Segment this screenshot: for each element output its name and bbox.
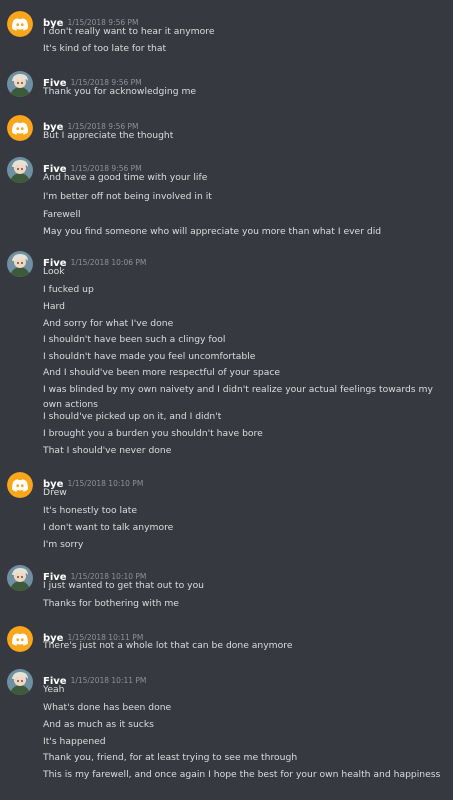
message-text: Yeah bbox=[43, 684, 65, 695]
message-text: That I should've never done bbox=[43, 445, 172, 456]
message-text: It's kind of too late for that bbox=[43, 43, 167, 54]
message-text: May you find someone who will appreciate… bbox=[43, 226, 382, 237]
message-text: And as much as it sucks bbox=[43, 719, 154, 730]
discord-logo-icon[interactable] bbox=[7, 115, 33, 141]
message-text: I shouldn't have been such a clingy fool bbox=[43, 334, 226, 345]
anime-character-avatar[interactable] bbox=[7, 565, 33, 591]
message-header: bye 1/15/2018 9:56 PM bbox=[43, 11, 139, 29]
anime-character-avatar[interactable] bbox=[7, 669, 33, 695]
anime-character-avatar[interactable] bbox=[7, 157, 33, 183]
message-text: I fucked up bbox=[43, 284, 94, 295]
message-text: But I appreciate the thought bbox=[43, 130, 174, 141]
message-text: Thank you, friend, for at least trying t… bbox=[43, 752, 298, 763]
message-text: Thank you for acknowledging me bbox=[43, 86, 197, 97]
message-text: I'm sorry bbox=[43, 539, 84, 550]
message-text: I should've picked up on it, and I didn'… bbox=[43, 411, 222, 422]
message-text: What's done has been done bbox=[43, 702, 172, 713]
message-header: bye 1/15/2018 10:10 PM bbox=[43, 472, 143, 490]
message-text: Thanks for bothering with me bbox=[43, 598, 179, 609]
message-text: Farewell bbox=[43, 209, 81, 220]
message-text: This is my farewell, and once again I ho… bbox=[43, 769, 441, 780]
message-text: I brought you a burden you shouldn't hav… bbox=[43, 428, 263, 439]
message-header: Five 1/15/2018 10:11 PM bbox=[43, 669, 146, 687]
message-text: There's just not a whole lot that can be… bbox=[43, 640, 293, 651]
message-text: And sorry for what I've done bbox=[43, 318, 174, 329]
message-text: It's honestly too late bbox=[43, 505, 137, 516]
message-text: Hard bbox=[43, 301, 65, 312]
message-header: Five 1/15/2018 10:06 PM bbox=[43, 251, 146, 269]
message-text: It's happened bbox=[43, 736, 106, 747]
anime-character-avatar[interactable] bbox=[7, 251, 33, 277]
discord-logo-icon[interactable] bbox=[7, 626, 33, 652]
message-text: I just wanted to get that out to you bbox=[43, 580, 205, 591]
chat-message-list: bye 1/15/2018 9:56 PM I don't really want… bbox=[0, 0, 453, 800]
message-text: And I should've been more respectful of … bbox=[43, 367, 281, 378]
message-text: I'm better off not being involved in it bbox=[43, 191, 212, 202]
message-text: And have a good time with your life bbox=[43, 172, 208, 183]
message-text: I don't want to talk anymore bbox=[43, 522, 174, 533]
anime-character-avatar[interactable] bbox=[7, 71, 33, 97]
discord-logo-icon[interactable] bbox=[7, 11, 33, 37]
message-header: bye 1/15/2018 9:56 PM bbox=[43, 115, 139, 133]
message-header: Five 1/15/2018 10:10 PM bbox=[43, 565, 146, 583]
message-text: Drew bbox=[43, 487, 67, 498]
message-header: Five 1/15/2018 9:56 PM bbox=[43, 157, 142, 175]
message-text: I don't really want to hear it anymore bbox=[43, 26, 215, 37]
message-text: I shouldn't have made you feel uncomfort… bbox=[43, 351, 256, 362]
discord-logo-icon[interactable] bbox=[7, 472, 33, 498]
message-text: I was blinded by my own naivety and I di… bbox=[43, 384, 433, 410]
message-text: Look bbox=[43, 266, 65, 277]
message-header: Five 1/15/2018 9:56 PM bbox=[43, 71, 142, 89]
